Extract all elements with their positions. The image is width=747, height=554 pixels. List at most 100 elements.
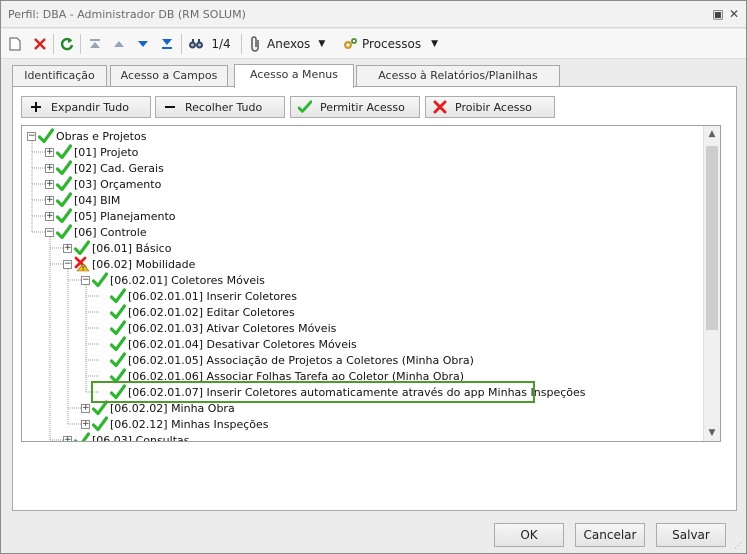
tree-node-label: [06.02.01.05] Associação de Projetos a C… xyxy=(128,353,474,367)
chevron-down-icon: ▼ xyxy=(318,39,326,49)
allowed-check-icon[interactable] xyxy=(56,160,72,176)
partial-access-icon[interactable] xyxy=(74,256,90,272)
last-icon xyxy=(162,39,172,49)
restore-button[interactable]: ▣ xyxy=(710,6,726,22)
processes-label: Processos xyxy=(362,37,422,51)
tree-node[interactable]: + [04] BIM xyxy=(45,192,120,208)
close-button[interactable]: ✕ xyxy=(726,6,742,22)
tree-node[interactable]: − [06.02] Mobilidade xyxy=(63,256,195,272)
expand-icon[interactable]: + xyxy=(63,435,72,441)
collapse-icon[interactable]: − xyxy=(81,275,90,285)
tree-node[interactable]: − [06.02.01] Coletores Móveis xyxy=(81,272,265,288)
tree-node-label: [06] Controle xyxy=(74,225,147,239)
allow-access-button[interactable]: Permitir Acesso xyxy=(290,96,420,118)
allowed-check-icon[interactable] xyxy=(56,176,72,192)
tree-node[interactable]: [06.02.01.01] Inserir Coletores xyxy=(99,288,297,304)
allowed-check-icon[interactable] xyxy=(56,208,72,224)
allowed-check-icon[interactable] xyxy=(74,240,90,256)
tree-node[interactable]: − Obras e Projetos xyxy=(27,128,146,144)
toolbar: 1/4 Anexos ▼ Processos ▼ xyxy=(1,29,746,59)
allowed-check-icon[interactable] xyxy=(92,272,108,288)
tab-acesso-relatorios[interactable]: Acesso à Relatórios/Planilhas xyxy=(356,65,560,87)
tree-node[interactable]: + [06.01] Básico xyxy=(63,240,171,256)
tree-node[interactable]: + [03] Orçamento xyxy=(45,176,161,192)
allowed-check-icon[interactable] xyxy=(110,336,126,352)
first-record-button[interactable] xyxy=(85,33,105,55)
minus-icon xyxy=(163,100,177,114)
menu-access-panel: Expandir Tudo Recolher Tudo Permitir Ace… xyxy=(12,86,737,511)
tree-node[interactable]: + [06.03] Consultas xyxy=(63,432,190,442)
last-record-button[interactable] xyxy=(157,33,177,55)
next-icon xyxy=(138,41,148,47)
tree-node[interactable]: [06.02.01.04] Desativar Coletores Móveis xyxy=(99,336,357,352)
collapse-all-button[interactable]: Recolher Tudo xyxy=(155,96,285,118)
expand-icon[interactable]: + xyxy=(45,179,54,189)
expand-icon[interactable]: + xyxy=(45,163,54,173)
tree-node[interactable]: + [02] Cad. Gerais xyxy=(45,160,164,176)
scroll-up-button[interactable]: ▲ xyxy=(704,126,720,142)
allowed-check-icon[interactable] xyxy=(56,144,72,160)
selected-node-highlight xyxy=(91,381,535,403)
search-button[interactable] xyxy=(186,33,206,55)
expand-icon[interactable]: + xyxy=(81,403,90,413)
tree-node-label: [06.02.01.01] Inserir Coletores xyxy=(128,289,297,303)
tree-node-label: [02] Cad. Gerais xyxy=(74,161,164,175)
previous-record-button[interactable] xyxy=(109,33,129,55)
allowed-check-icon[interactable] xyxy=(38,128,54,144)
new-button[interactable] xyxy=(5,33,25,55)
allowed-check-icon[interactable] xyxy=(92,416,108,432)
next-record-button[interactable] xyxy=(133,33,153,55)
expand-all-button[interactable]: Expandir Tudo xyxy=(21,96,151,118)
tree-scrollbar[interactable]: ▲ ▼ xyxy=(703,126,720,441)
expand-icon[interactable]: + xyxy=(45,211,54,221)
scroll-down-button[interactable]: ▼ xyxy=(704,425,720,441)
tree-node[interactable]: [06.02.01.02] Editar Coletores xyxy=(99,304,295,320)
expand-icon[interactable]: + xyxy=(45,195,54,205)
save-button[interactable]: Salvar xyxy=(656,523,726,547)
tree-node[interactable]: [06.02.01.05] Associação de Projetos a C… xyxy=(99,352,474,368)
tree-node-label: [03] Orçamento xyxy=(74,177,162,191)
cancel-button[interactable]: Cancelar xyxy=(575,523,645,547)
tree-node-label: [06.02.02] Minha Obra xyxy=(110,401,235,415)
allowed-check-icon[interactable] xyxy=(110,304,126,320)
tree-node-label: [06.03] Consultas xyxy=(92,433,190,442)
tree-node-label: [04] BIM xyxy=(74,193,121,207)
allowed-check-icon[interactable] xyxy=(110,352,126,368)
attachments-menu[interactable]: Anexos ▼ xyxy=(249,33,333,55)
tab-acesso-menus[interactable]: Acesso a Menus xyxy=(234,64,354,88)
tab-acesso-campos[interactable]: Acesso a Campos xyxy=(110,65,228,87)
previous-icon xyxy=(114,41,124,47)
tree-node[interactable]: + [01] Projeto xyxy=(45,144,138,160)
toolbar-separator xyxy=(80,34,81,54)
ok-button[interactable]: OK xyxy=(494,523,564,547)
collapse-icon[interactable]: − xyxy=(63,259,72,269)
scroll-thumb[interactable] xyxy=(706,146,718,330)
tree-node[interactable]: + [05] Planejamento xyxy=(45,208,176,224)
attachments-label: Anexos xyxy=(267,37,311,51)
allowed-check-icon[interactable] xyxy=(110,288,126,304)
collapse-icon[interactable]: − xyxy=(45,227,54,237)
collapse-icon[interactable]: − xyxy=(27,131,36,141)
resize-grip[interactable]: ⋰ xyxy=(734,541,744,551)
tree-node[interactable]: − [06] Controle xyxy=(45,224,147,240)
deny-access-label: Proibir Acesso xyxy=(455,100,532,114)
refresh-button[interactable] xyxy=(57,33,77,55)
allowed-check-icon[interactable] xyxy=(56,192,72,208)
tree-node[interactable]: + [06.02.12] Minhas Inspeções xyxy=(81,416,269,432)
expand-icon[interactable]: + xyxy=(45,147,54,157)
plus-icon xyxy=(29,100,43,114)
menu-tree[interactable]: ▲ ▼ − Obras e Projetos + [01] Projeto + [02] … xyxy=(21,125,721,442)
tab-identificacao[interactable]: Identificação xyxy=(12,65,107,87)
expand-icon[interactable]: + xyxy=(63,243,72,253)
tree-node-label: Obras e Projetos xyxy=(56,129,147,143)
allowed-check-icon[interactable] xyxy=(74,432,90,441)
allowed-check-icon[interactable] xyxy=(56,224,72,240)
delete-button[interactable] xyxy=(30,33,50,55)
deny-access-button[interactable]: Proibir Acesso xyxy=(425,96,555,118)
processes-menu[interactable]: Processos ▼ xyxy=(342,33,442,55)
tree-node[interactable]: [06.02.01.03] Ativar Coletores Móveis xyxy=(99,320,336,336)
tree-node-label: [06.02.01.03] Ativar Coletores Móveis xyxy=(128,321,337,335)
allowed-check-icon[interactable] xyxy=(110,320,126,336)
toolbar-separator xyxy=(241,34,242,54)
expand-icon[interactable]: + xyxy=(81,419,90,429)
